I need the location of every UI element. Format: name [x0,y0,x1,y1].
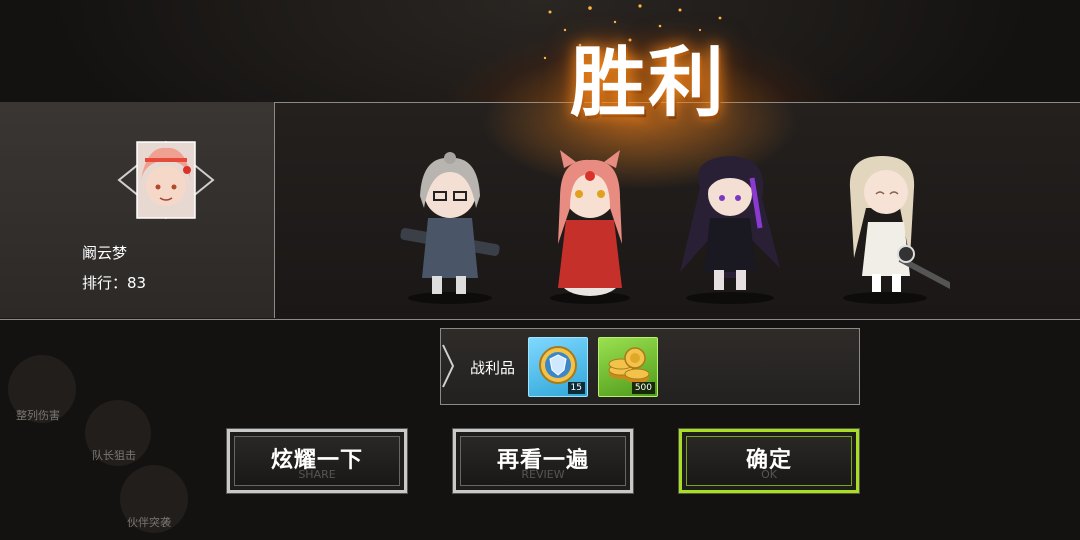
review-button[interactable]: REVIEW 再看一遍 [452,428,634,494]
loot-item-quantity: 15 [567,382,585,394]
chevron-right-icon [442,344,455,388]
loot-item-quantity: 500 [631,382,655,394]
bg-menu-item-3: 伙伴突袭 [127,516,171,529]
hero-purple-hair-swordswoman [680,156,780,304]
ok-button[interactable]: OK 确定 [678,428,860,494]
share-button[interactable]: SHARE 炫耀一下 [226,428,408,494]
loot-item-medal[interactable]: 15 [528,337,588,397]
hero-pink-hair-fox [550,150,630,304]
share-button-label: 炫耀一下 [270,448,363,473]
player-avatar [117,140,215,220]
bg-menu-item-2: 队长狙击 [92,449,136,462]
loot-label: 战利品 [470,359,516,377]
ok-button-label: 确定 [745,448,792,473]
hero-silver-hair-gunner [400,152,500,304]
bg-menu-item-1: 整列伤害 [16,409,60,422]
review-button-label: 再看一遍 [496,448,589,473]
player-name: 阚云梦 [82,244,128,262]
loot-item-coins[interactable]: 500 [598,337,658,397]
hero-blonde-hair-swordswoman [843,156,950,304]
loot-panel: 战利品 15 500 [440,328,860,405]
victory-title: 胜利 [570,38,726,127]
player-rank: 排行：83 [82,274,147,292]
